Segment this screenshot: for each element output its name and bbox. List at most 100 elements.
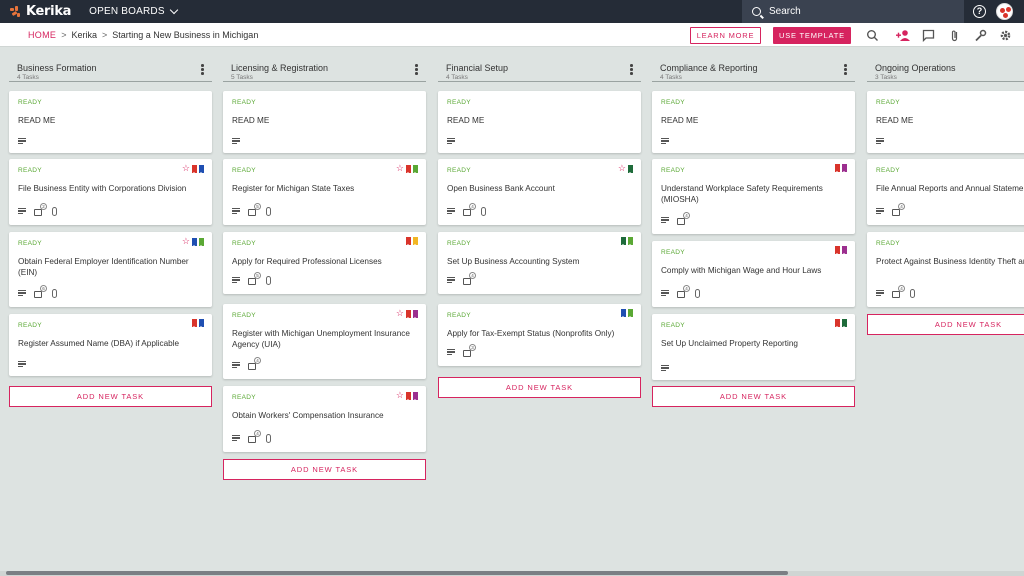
tag-icon xyxy=(621,309,626,318)
checklist-icon: 5 xyxy=(248,272,261,285)
open-boards-menu[interactable]: OPEN BOARDS xyxy=(89,5,178,17)
breadcrumb-current: Starting a New Business in Michigan xyxy=(112,29,259,40)
description-icon xyxy=(447,138,455,144)
task-card[interactable]: READY READ ME xyxy=(652,91,855,153)
task-title: Set Up Unclaimed Property Reporting xyxy=(661,339,798,348)
task-status: READY xyxy=(447,167,471,174)
task-card[interactable]: READY Understand Workplace Safety Require… xyxy=(652,159,855,234)
task-flags xyxy=(835,246,847,255)
search-placeholder: Search xyxy=(769,6,801,17)
attachment-icon xyxy=(481,206,486,216)
task-card[interactable]: READY Protect Against Business Identity T… xyxy=(867,232,1024,307)
description-icon xyxy=(232,277,240,283)
task-card[interactable]: READY File Business Entity with Corporati… xyxy=(9,159,212,225)
column-title: Financial Setup xyxy=(446,63,509,73)
column-header[interactable]: Business Formation 4 Tasks xyxy=(9,58,212,82)
column-header[interactable]: Compliance & Reporting 4 Tasks xyxy=(652,58,855,82)
task-title: File Annual Reports and Annual Statement… xyxy=(876,184,1024,193)
kerika-logo-icon xyxy=(10,5,22,18)
more-vertical-icon[interactable] xyxy=(844,64,847,76)
checklist-count: 4 xyxy=(683,212,690,219)
add-new-task-button[interactable]: ADD NEW TASK xyxy=(867,314,1024,335)
task-card[interactable]: READY Obtain Workers' Compensation Insura… xyxy=(223,386,426,452)
star-icon[interactable]: ☆ xyxy=(182,164,190,173)
breadcrumb-home[interactable]: HOME xyxy=(28,30,56,40)
task-card[interactable]: READY File Annual Reports and Annual Stat… xyxy=(867,159,1024,225)
task-card[interactable]: READY Comply with Michigan Wage and Hour … xyxy=(652,241,855,307)
star-icon[interactable]: ☆ xyxy=(396,309,404,318)
attachment-icon xyxy=(695,288,700,298)
task-card[interactable]: READY READ ME xyxy=(223,91,426,153)
column-header[interactable]: Licensing & Registration 5 Tasks xyxy=(223,58,426,82)
board-column: Ongoing Operations 3 Tasks xyxy=(867,58,1024,82)
description-icon xyxy=(876,290,884,296)
star-icon[interactable]: ☆ xyxy=(618,164,626,173)
task-card[interactable]: READY Register with Michigan Unemployment… xyxy=(223,304,426,379)
attachment-icon[interactable] xyxy=(948,29,961,42)
chevron-right-icon: > xyxy=(101,29,108,40)
checklist-count: 4 xyxy=(254,357,261,364)
breadcrumb-parent[interactable]: Kerika xyxy=(71,30,97,40)
description-icon xyxy=(876,138,884,144)
task-card[interactable]: READY Register for Michigan State Taxes ☆ 5 xyxy=(223,159,426,225)
column-header[interactable]: Ongoing Operations 3 Tasks xyxy=(867,58,1024,82)
task-flags xyxy=(192,319,204,328)
description-icon xyxy=(18,290,26,296)
tag-icon xyxy=(835,319,840,328)
task-card[interactable]: READY Set Up Unclaimed Property Reporting xyxy=(652,314,855,380)
wrench-icon[interactable] xyxy=(974,29,987,42)
task-card[interactable]: READY Register Assumed Name (DBA) if Appl… xyxy=(9,314,212,376)
chat-icon[interactable] xyxy=(922,29,935,42)
checklist-count: 4 xyxy=(683,285,690,292)
add-new-task-button[interactable]: ADD NEW TASK xyxy=(223,459,426,480)
more-vertical-icon[interactable] xyxy=(415,64,418,76)
description-icon xyxy=(876,208,884,214)
task-flags xyxy=(621,309,633,318)
tag-icon xyxy=(621,237,626,246)
breadcrumb: HOME > Kerika > Starting a New Business … xyxy=(28,30,258,40)
search-input[interactable]: Search xyxy=(742,0,964,23)
star-icon[interactable]: ☆ xyxy=(396,164,404,173)
task-card[interactable]: READY Apply for Required Professional Lic… xyxy=(223,232,426,294)
more-vertical-icon[interactable] xyxy=(201,64,204,76)
task-flags: ☆ xyxy=(182,237,204,247)
description-icon xyxy=(661,290,669,296)
task-card[interactable]: READY READ ME xyxy=(9,91,212,153)
kerika-logo[interactable]: Kerika xyxy=(10,4,71,19)
column-task-count: 4 Tasks xyxy=(660,74,682,81)
task-card[interactable]: READY READ ME xyxy=(867,91,1024,153)
search-board-icon[interactable] xyxy=(866,29,879,42)
more-vertical-icon[interactable] xyxy=(630,64,633,76)
learn-more-button[interactable]: LEARN MORE xyxy=(690,27,761,44)
task-title: READ ME xyxy=(447,116,485,125)
description-icon xyxy=(232,208,240,214)
user-avatar[interactable] xyxy=(996,3,1013,20)
description-icon xyxy=(232,138,240,144)
task-card[interactable]: READY Set Up Business Accounting System 4 xyxy=(438,232,641,294)
task-card[interactable]: READY Apply for Tax-Exempt Status (Nonpro… xyxy=(438,304,641,366)
task-meta: 4 xyxy=(232,430,271,443)
tag-icon xyxy=(199,319,204,328)
star-icon[interactable]: ☆ xyxy=(182,237,190,246)
add-new-task-button[interactable]: ADD NEW TASK xyxy=(438,377,641,398)
task-meta xyxy=(447,138,455,144)
task-card[interactable]: READY READ ME xyxy=(438,91,641,153)
attachment-icon xyxy=(266,206,271,216)
column-header[interactable]: Financial Setup 4 Tasks xyxy=(438,58,641,82)
checklist-count: 4 xyxy=(898,285,905,292)
chevron-right-icon: > xyxy=(61,29,67,40)
horizontal-scrollbar-thumb[interactable] xyxy=(6,571,788,575)
star-icon[interactable]: ☆ xyxy=(396,391,404,400)
use-template-button[interactable]: USE TEMPLATE xyxy=(773,27,851,44)
add-person-icon[interactable] xyxy=(896,29,911,42)
help-icon[interactable]: ? xyxy=(973,5,986,18)
task-status: READY xyxy=(232,167,256,174)
task-status: READY xyxy=(661,322,685,329)
add-new-task-button[interactable]: ADD NEW TASK xyxy=(652,386,855,407)
add-new-task-button[interactable]: ADD NEW TASK xyxy=(9,386,212,407)
task-card[interactable]: READY Open Business Bank Account ☆ 4 xyxy=(438,159,641,225)
checklist-icon: 4 xyxy=(677,285,690,298)
task-card[interactable]: READY Obtain Federal Employer Identificat… xyxy=(9,232,212,307)
gear-icon[interactable] xyxy=(999,29,1012,42)
tag-icon xyxy=(413,237,418,246)
